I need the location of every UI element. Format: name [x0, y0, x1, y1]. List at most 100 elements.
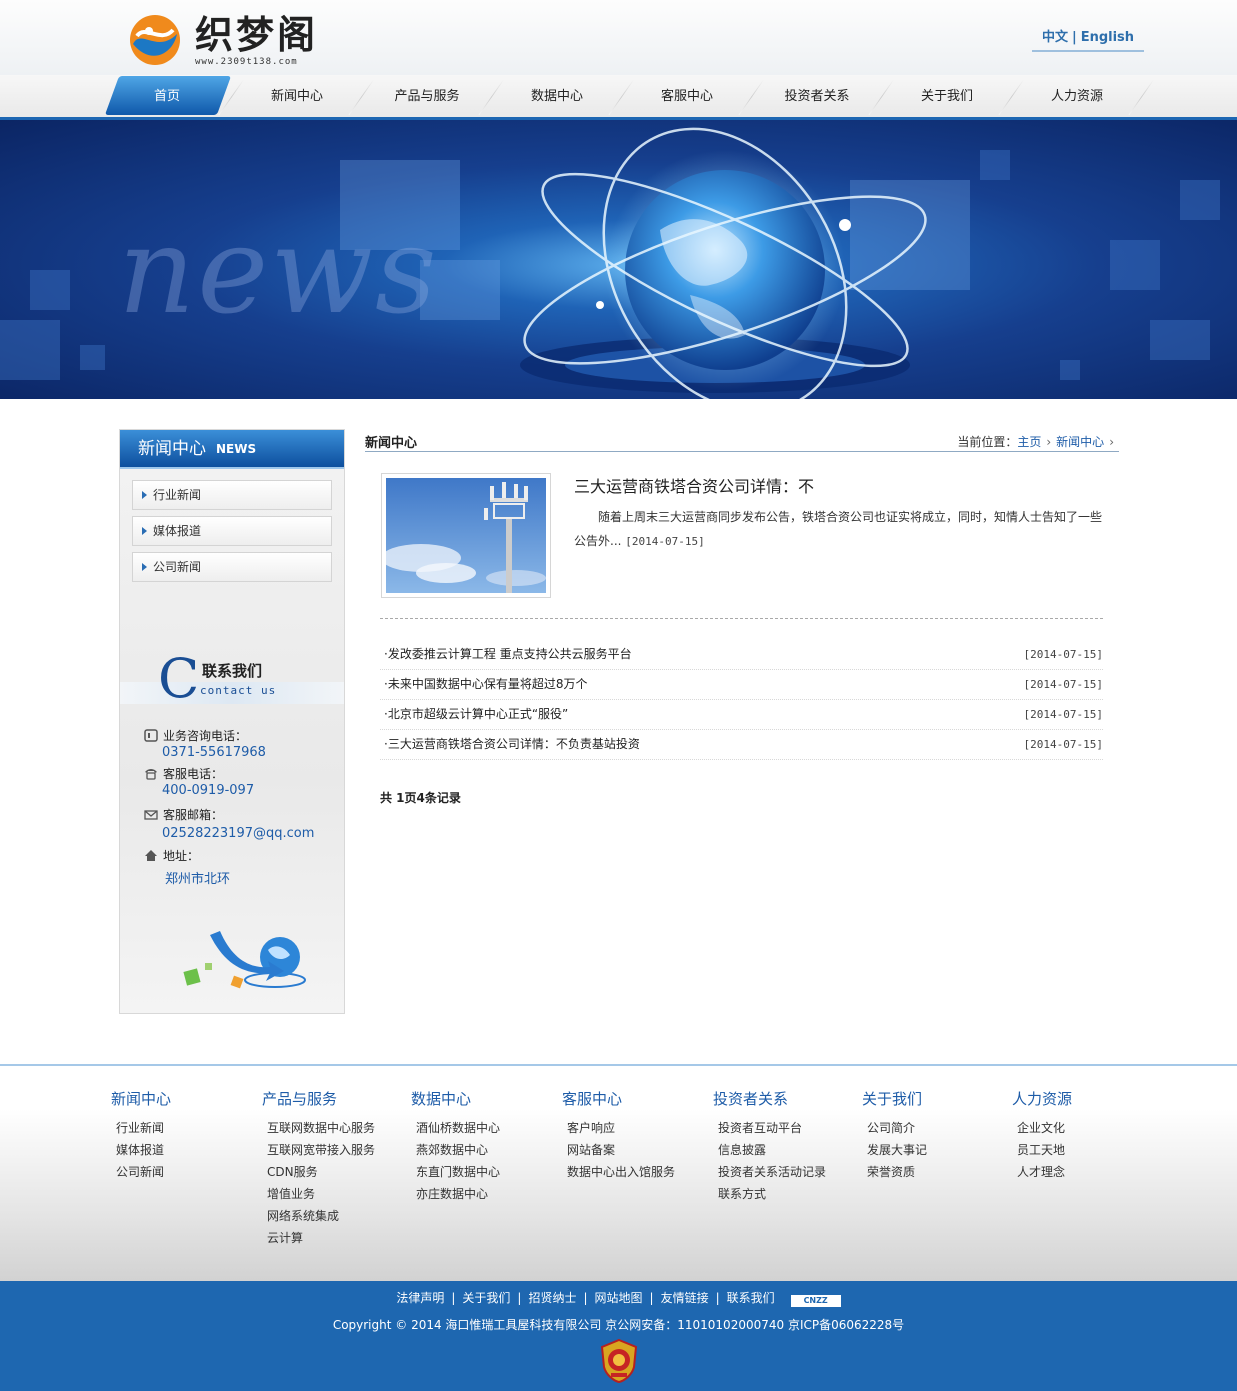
address-value: 郑州市北环	[165, 872, 231, 887]
police-badge-icon[interactable]	[600, 1339, 638, 1383]
footer-link[interactable]: 投资者互动平台	[713, 1117, 863, 1139]
news-list: ·发改委推云计算工程 重点支持公共云服务平台 [2014-07-15] ·未来中国数…	[380, 640, 1103, 760]
footer-link[interactable]: 燕郊数据中心	[411, 1139, 561, 1161]
phone-label: 业务咨询电话：	[144, 727, 247, 744]
footer-link[interactable]: 东直门数据中心	[411, 1161, 561, 1183]
nav-item-customer-service[interactable]: 客服中心	[622, 75, 752, 117]
footer-link[interactable]: 公司新闻	[111, 1161, 261, 1183]
footer-column-heading[interactable]: 新闻中心	[111, 1088, 261, 1109]
main-nav: 首页 新闻中心 产品与服务 数据中心 客服中心 投资者关系 关于我们 人力资源	[0, 75, 1237, 120]
news-list-item: ·未来中国数据中心保有量将超过8万个 [2014-07-15]	[380, 670, 1103, 700]
footer-bottom-link[interactable]: 招贤纳士	[528, 1291, 576, 1305]
footer-link[interactable]: 媒体报道	[111, 1139, 261, 1161]
footer-link[interactable]: 人才理念	[1012, 1161, 1162, 1183]
sidebar-item-company-news[interactable]: 公司新闻	[132, 552, 332, 582]
breadcrumb: 当前位置：主页 › 新闻中心 ›	[957, 433, 1119, 450]
link-separator: |	[517, 1291, 522, 1305]
phone-value: 0371-55617968	[162, 745, 266, 760]
nav-item-investor-relations[interactable]: 投资者关系	[752, 75, 882, 117]
news-list-item: ·北京市超级云计算中心正式“服役” [2014-07-15]	[380, 700, 1103, 730]
news-item-date: [2014-07-15]	[1023, 708, 1103, 721]
footer-bottom-link[interactable]: 联系我们	[727, 1291, 775, 1305]
breadcrumb-current-link[interactable]: 新闻中心	[1056, 435, 1104, 449]
footer-link[interactable]: 互联网数据中心服务	[262, 1117, 412, 1139]
footer-link[interactable]: 网站备案	[562, 1139, 712, 1161]
footer-link[interactable]: 增值业务	[262, 1183, 412, 1205]
nav-item-home[interactable]: 首页	[102, 75, 232, 117]
news-item-title-link[interactable]: ·北京市超级云计算中心正式“服役”	[384, 700, 568, 729]
cnzz-stats-badge[interactable]: CNZZ	[790, 1295, 841, 1307]
news-item-date: [2014-07-15]	[1023, 738, 1103, 751]
footer-link[interactable]: 发展大事记	[862, 1139, 1012, 1161]
nav-item-news-center[interactable]: 新闻中心	[232, 75, 362, 117]
arrow-globe-graphic	[183, 931, 306, 989]
chevron-right-icon: ›	[1046, 435, 1052, 449]
footer-link[interactable]: 酒仙桥数据中心	[411, 1117, 561, 1139]
cell-tower-photo	[386, 478, 546, 593]
breadcrumb-home-link[interactable]: 主页	[1017, 435, 1041, 449]
email-value[interactable]: 02528223197@qq.com	[162, 826, 314, 841]
nav-item-human-resources[interactable]: 人力资源	[1012, 75, 1142, 117]
footer-links: 法律声明 | 关于我们 | 招贤纳士 | 网站地图 | 友情链接 | 联系我们 CNZZ	[0, 1289, 1237, 1307]
footer-link[interactable]: 投资者关系活动记录	[713, 1161, 863, 1183]
address-label-text: 地址：	[163, 849, 200, 863]
lang-chinese-link[interactable]: 中文	[1042, 30, 1068, 45]
footer-link[interactable]: 员工天地	[1012, 1139, 1162, 1161]
page-title: 新闻中心	[365, 436, 418, 451]
triangle-right-icon	[142, 527, 147, 535]
contact-title-en: contact us	[200, 684, 277, 697]
footer-link[interactable]: 客户响应	[562, 1117, 712, 1139]
news-item-title-link[interactable]: ·发改委推云计算工程 重点支持公共云服务平台	[384, 640, 632, 669]
footer-bottom-link[interactable]: 关于我们	[462, 1291, 510, 1305]
address-label: 地址：	[144, 847, 199, 864]
title-divider	[365, 451, 1119, 452]
phone-icon	[144, 729, 158, 742]
featured-article: 三大运营商铁塔合资公司详情：不 随着上周末三大运营商同步发布公告，铁塔合资公司也…	[381, 473, 1103, 621]
footer-link[interactable]: 荣誉资质	[862, 1161, 1012, 1183]
nav-item-label: 人力资源	[1050, 89, 1103, 104]
footer-link[interactable]: 行业新闻	[111, 1117, 261, 1139]
footer-link[interactable]: 信息披露	[713, 1139, 863, 1161]
footer-link[interactable]: CDN服务	[262, 1161, 412, 1183]
featured-article-title[interactable]: 三大运营商铁塔合资公司详情：不	[574, 473, 814, 497]
footer-column-customer-service: 客服中心客户响应 网站备案 数据中心出入馆服务	[562, 1088, 712, 1183]
footer-column-heading[interactable]: 关于我们	[862, 1088, 1012, 1109]
footer-bottom-link[interactable]: 友情链接	[661, 1291, 709, 1305]
footer-column-heading[interactable]: 人力资源	[1012, 1088, 1162, 1109]
news-item-title-link[interactable]: ·三大运营商铁塔合资公司详情：不负责基站投资	[384, 730, 640, 759]
sidebar-item-label: 媒体报道	[153, 524, 202, 538]
footer-link[interactable]: 联系方式	[713, 1183, 863, 1205]
footer-link[interactable]: 云计算	[262, 1227, 412, 1249]
sidebar-item-media-reports[interactable]: 媒体报道	[132, 516, 332, 546]
footer-link[interactable]: 网络系统集成	[262, 1205, 412, 1227]
footer-bottom-link[interactable]: 法律声明	[396, 1291, 444, 1305]
footer-link[interactable]: 亦庄数据中心	[411, 1183, 561, 1205]
sidebar-item-industry-news[interactable]: 行业新闻	[132, 480, 332, 510]
service-phone-value: 400-0919-097	[162, 783, 255, 798]
lang-english-link[interactable]: English	[1081, 30, 1134, 45]
link-separator: |	[583, 1291, 588, 1305]
footer-link[interactable]: 企业文化	[1012, 1117, 1162, 1139]
link-separator: |	[715, 1291, 720, 1305]
footer-column-products-services: 产品与服务互联网数据中心服务 互联网宽带接入服务 CDN服务 增值业务 网络系统集成 云计…	[262, 1088, 412, 1249]
featured-article-image[interactable]	[381, 473, 551, 598]
logo-swirl-icon	[130, 15, 180, 65]
nav-item-data-center[interactable]: 数据中心	[492, 75, 622, 117]
news-item-title-link[interactable]: ·未来中国数据中心保有量将超过8万个	[384, 670, 587, 699]
footer-bottom-link[interactable]: 网站地图	[595, 1291, 643, 1305]
nav-item-about-us[interactable]: 关于我们	[882, 75, 1012, 117]
nav-item-products-services[interactable]: 产品与服务	[362, 75, 492, 117]
footer-link[interactable]: 互联网宽带接入服务	[262, 1139, 412, 1161]
footer-column-heading[interactable]: 产品与服务	[262, 1088, 412, 1109]
footer-link[interactable]: 数据中心出入馆服务	[562, 1161, 712, 1183]
footer-column-heading[interactable]: 投资者关系	[713, 1088, 863, 1109]
footer-column-about-us: 关于我们公司简介 发展大事记 荣誉资质	[862, 1088, 1012, 1183]
link-separator: |	[451, 1291, 456, 1305]
site-logo[interactable]: 织梦阁 www.2309t138.com	[127, 12, 342, 70]
news-list-item: ·三大运营商铁塔合资公司详情：不负责基站投资 [2014-07-15]	[380, 730, 1103, 760]
sidebar-item-label: 行业新闻	[153, 488, 202, 502]
service-label-text: 客服电话：	[163, 767, 224, 781]
footer-column-heading[interactable]: 客服中心	[562, 1088, 712, 1109]
footer-link[interactable]: 公司简介	[862, 1117, 1012, 1139]
footer-column-heading[interactable]: 数据中心	[411, 1088, 561, 1109]
